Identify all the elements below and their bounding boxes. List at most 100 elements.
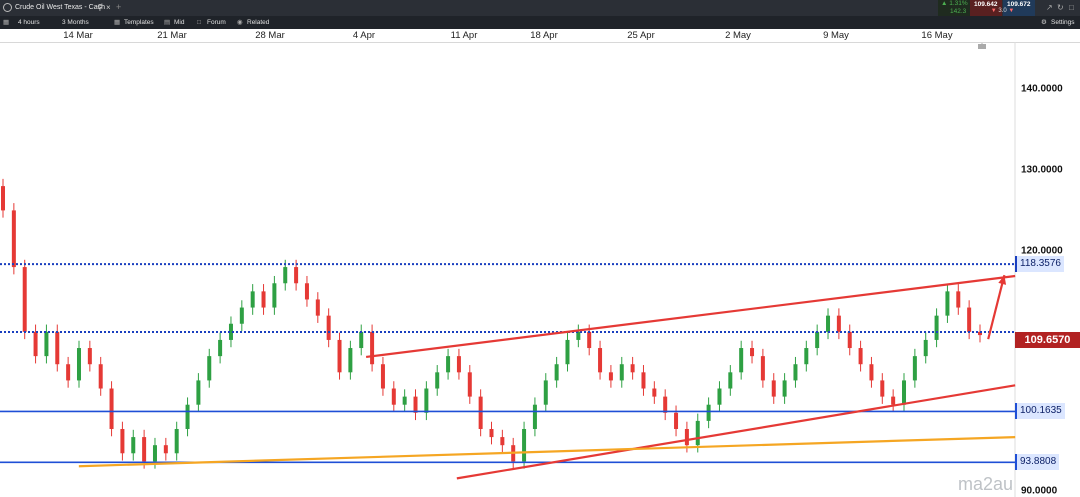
date-tick-label: 9 May [823,30,849,41]
date-tick-label: 18 Apr [530,30,558,41]
templates-button[interactable]: Templates [124,16,154,29]
trendline[interactable] [365,274,1016,359]
candle-down [294,267,299,284]
candle-up [446,356,451,373]
watermark-text: ma2au [958,474,1014,494]
candle-up [283,267,288,284]
candle-up [695,420,700,446]
instrument-tab-title[interactable]: Crude Oil West Texas - Cash [15,4,105,11]
candle-down [413,396,418,413]
add-tab-button[interactable]: + [116,2,121,12]
up-arrow-icon: ▲ [941,0,948,7]
candle-up [131,437,136,454]
candles-layer [1,178,982,469]
candle-down [66,364,71,381]
related-button[interactable]: Related [247,16,269,29]
candle-up [619,364,624,381]
candle-down [869,364,874,381]
candle-up [207,356,212,381]
candle-down [641,372,646,389]
candle-down [663,396,668,413]
timeframe-select[interactable]: 4 hours [18,16,40,29]
candle-up [945,291,950,316]
arrow-icon[interactable]: ↗ [1046,3,1053,12]
trendline[interactable] [456,384,1016,480]
candle-down [391,388,396,405]
candle-up [402,396,407,405]
candle-up [522,428,527,462]
gear-icon[interactable]: ⚙ [1041,16,1047,29]
candle-down [771,380,776,397]
candle-down [261,291,266,308]
candle-down [55,331,60,365]
date-tick-label: 14 Mar [63,30,93,41]
range-select[interactable]: 3 Months [62,16,89,29]
candle-down [467,372,472,397]
candle-up [554,364,559,381]
candle-up [359,331,364,349]
templates-icon[interactable]: ▦ [114,16,120,29]
date-tick-label: 21 Mar [157,30,187,41]
candle-down [87,348,92,365]
candle-down [880,380,885,397]
candle-up [934,315,939,340]
candle-up [152,445,157,462]
spread-label: ▼ 3.0 ▼ [990,8,1015,14]
forum-button[interactable]: Forum [207,16,226,29]
refresh-icon[interactable]: ↻ [1057,3,1064,12]
date-tick-label: 11 Apr [450,30,478,41]
layout-icon[interactable]: ▦ [3,16,9,29]
candle-down [22,267,27,332]
candle-down [956,291,961,308]
maximize-icon[interactable]: □ [1069,3,1074,12]
candle-up [902,380,907,405]
candle-down [326,315,331,340]
candle-down [587,331,592,349]
candle-down [304,283,309,300]
price-tick-label: 120.0000 [1021,245,1063,257]
candle-up [543,380,548,405]
candle-down [630,364,635,373]
candle-down [836,315,841,332]
candle-down [315,299,320,316]
settings-button[interactable]: Settings [1051,16,1075,29]
mid-button[interactable]: Mid [174,16,184,29]
candle-down [750,348,755,357]
candle-up [565,339,570,365]
candle-up [196,380,201,405]
candle-down [163,445,168,454]
candle-down [337,339,342,373]
candle-up [793,364,798,381]
candle-up [218,339,223,357]
price-tick-label: 140.0000 [1021,83,1063,95]
candle-up [532,404,537,429]
candle-down [674,412,679,429]
projection-arrow[interactable] [987,274,1006,340]
level-label: 100.1635 [1015,403,1065,420]
chart-toolbar: ▦ 4 hours 3 Months ▦ Templates ▤ Mid □ F… [0,16,1080,29]
related-icon[interactable]: ◉ [237,16,243,29]
trendlines-layer [78,274,1016,480]
search-icon[interactable]: ⚲ [97,3,103,12]
close-tab-icon[interactable]: × [106,3,111,12]
candle-down [380,364,385,389]
candle-up [717,388,722,405]
price-chart[interactable] [0,42,1080,497]
mid-icon[interactable]: ▤ [164,16,170,29]
candle-down [456,356,461,373]
candle-up [739,348,744,373]
down-arrow-icon: ▼ [1008,8,1015,14]
candle-up [435,372,440,389]
candle-down [489,428,494,438]
candle-up [815,331,820,349]
date-axis: 14 Mar 21 Mar 28 Mar 4 Apr 11 Apr 18 Apr 25 Ap… [0,29,1080,43]
current-time-marker-base [978,44,986,49]
candle-up [923,339,928,357]
title-bar: Crude Oil West Texas - Cash ⚲ × + ▲ 1.31… [0,0,1080,16]
candle-up [912,356,917,381]
candle-down [891,396,896,405]
candle-up [782,380,787,397]
candle-down [847,331,852,349]
candle-down [967,307,972,332]
forum-icon[interactable]: □ [197,16,201,29]
